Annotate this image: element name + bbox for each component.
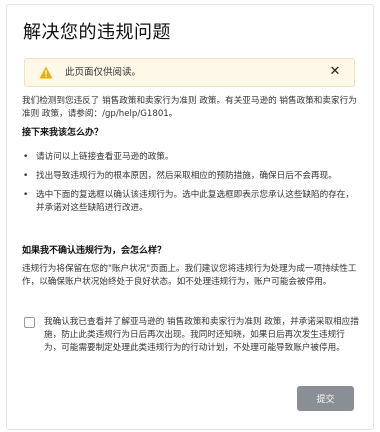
warning-icon [39, 66, 53, 79]
unsure-heading: 如果我不确认违规行为，会怎么样？ [22, 246, 167, 256]
bullet-icon: • [23, 190, 29, 200]
intro-text: 我们检测到您违反了 销售政策和卖家行为准则 政策。有关亚马逊的 销售政策和卖家行… [22, 96, 357, 119]
list-item-text: 找出导致违规行为的根本原因，然后采取相应的预防措施，确保日后不会再现。 [36, 171, 337, 181]
bullet-icon: • [23, 152, 29, 162]
read-only-alert: 此页面仅供阅读。 ✕ [24, 58, 355, 87]
list-item: • 选中下面的复选框以确认该违规行为。选中此复选框即表示您承认这些缺陷的存在，并… [22, 189, 360, 215]
close-icon[interactable]: ✕ [327, 64, 343, 80]
submit-button[interactable]: 提交 [297, 386, 354, 411]
bullet-icon: • [23, 171, 29, 181]
next-steps-list: • 请访问以上链接查看亚马逊的政策。 • 找出导致违规行为的根本原因，然后采取相… [22, 151, 360, 221]
list-item: • 请访问以上链接查看亚马逊的政策。 [22, 151, 360, 164]
acknowledge-checkbox[interactable] [24, 317, 35, 328]
acknowledge-text: 我确认我已查看并了解亚马逊的 销售政策和卖家行为准则 政策，并承诺采取相应措施，… [44, 317, 359, 353]
list-item-text: 选中下面的复选框以确认该违规行为。选中此复选框即表示您承认这些缺陷的存在，并承诺… [36, 190, 354, 213]
page-title: 解决您的违规问题 [23, 22, 171, 43]
list-item: • 找出导致违规行为的根本原因，然后采取相应的预防措施，确保日后不会再现。 [22, 170, 360, 183]
next-steps-heading: 接下来我该怎么办？ [22, 128, 104, 138]
list-item-text: 请访问以上链接查看亚马逊的政策。 [36, 152, 174, 162]
unsure-text: 违规行为将保留在您的"账户状况"页面上。我们建议您将违规行为处理为成一项持续性工… [22, 264, 357, 287]
alert-text: 此页面仅供阅读。 [65, 67, 142, 78]
